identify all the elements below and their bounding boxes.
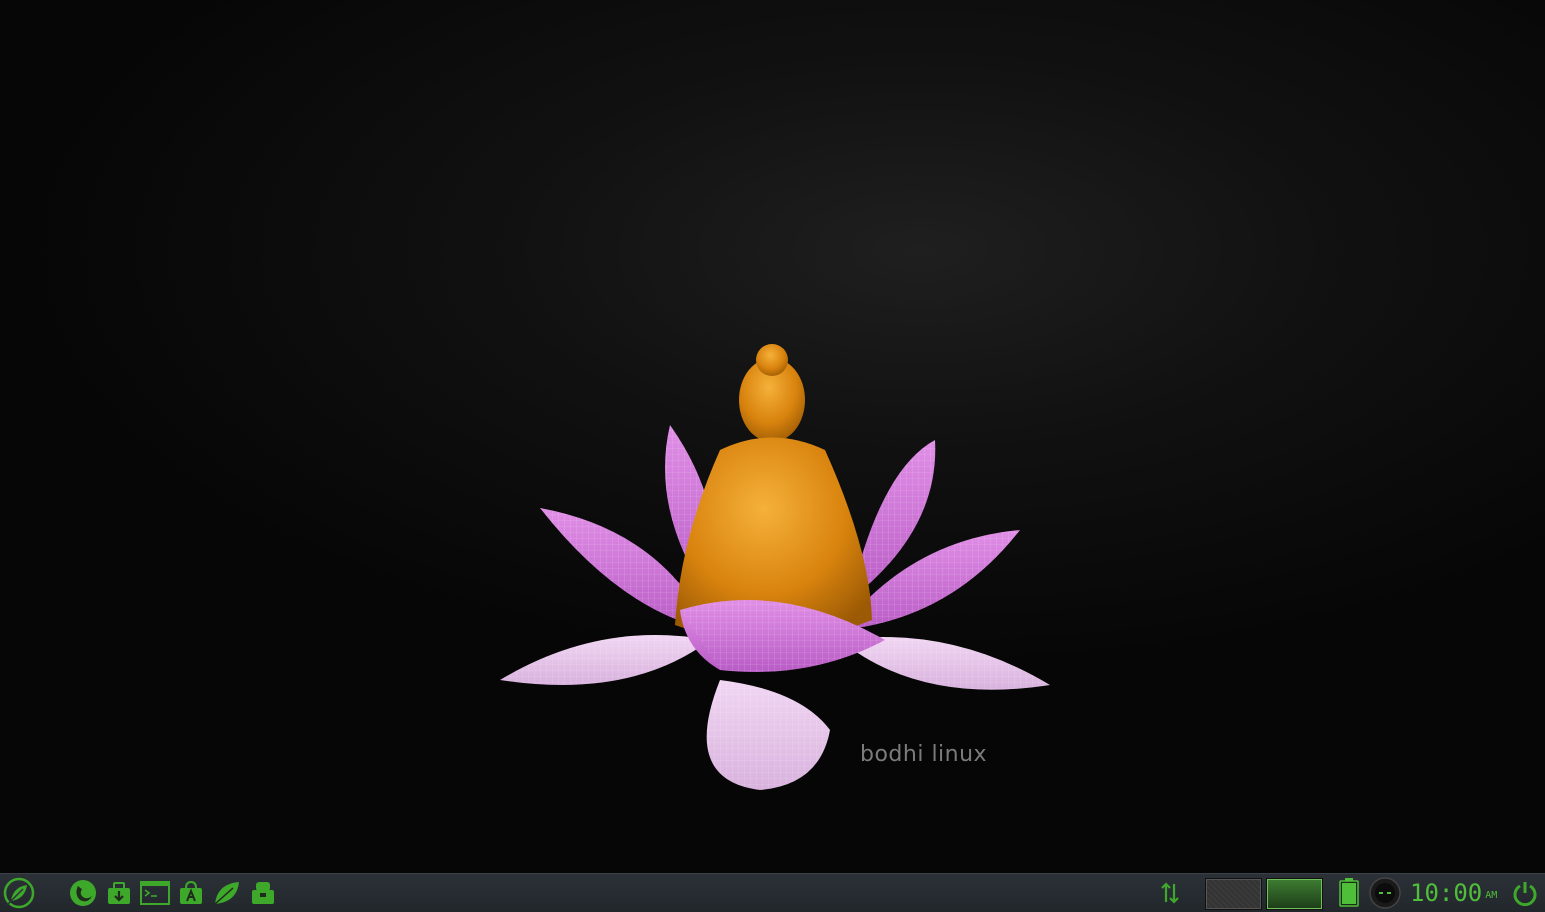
wallpaper-brand-text: bodhi linux xyxy=(860,742,988,767)
app-center-icon[interactable] xyxy=(102,876,136,910)
bodhi-leaf-icon[interactable] xyxy=(210,876,244,910)
lotus-buddha-artwork xyxy=(500,344,1050,790)
software-store-icon[interactable] xyxy=(174,876,208,910)
desktop[interactable]: bodhi linux xyxy=(0,0,1545,873)
bodhi-leaf-menu-icon[interactable] xyxy=(2,876,36,910)
package-installer-icon[interactable] xyxy=(246,876,280,910)
firefox-icon[interactable] xyxy=(66,876,100,910)
battery-icon[interactable] xyxy=(1332,876,1366,910)
pager-desktop-2[interactable] xyxy=(1266,878,1323,910)
terminal-icon[interactable] xyxy=(138,876,172,910)
taskbar: 10:00 AM xyxy=(0,873,1545,912)
power-icon[interactable] xyxy=(1508,876,1542,910)
pager-desktop-1[interactable] xyxy=(1205,878,1262,910)
volume-mixer-icon[interactable] xyxy=(1368,876,1402,910)
clock-ampm: AM xyxy=(1485,890,1498,901)
clock[interactable]: 10:00 AM xyxy=(1410,879,1497,907)
clock-time: 10:00 xyxy=(1410,879,1483,907)
network-arrows-icon[interactable] xyxy=(1153,876,1187,910)
